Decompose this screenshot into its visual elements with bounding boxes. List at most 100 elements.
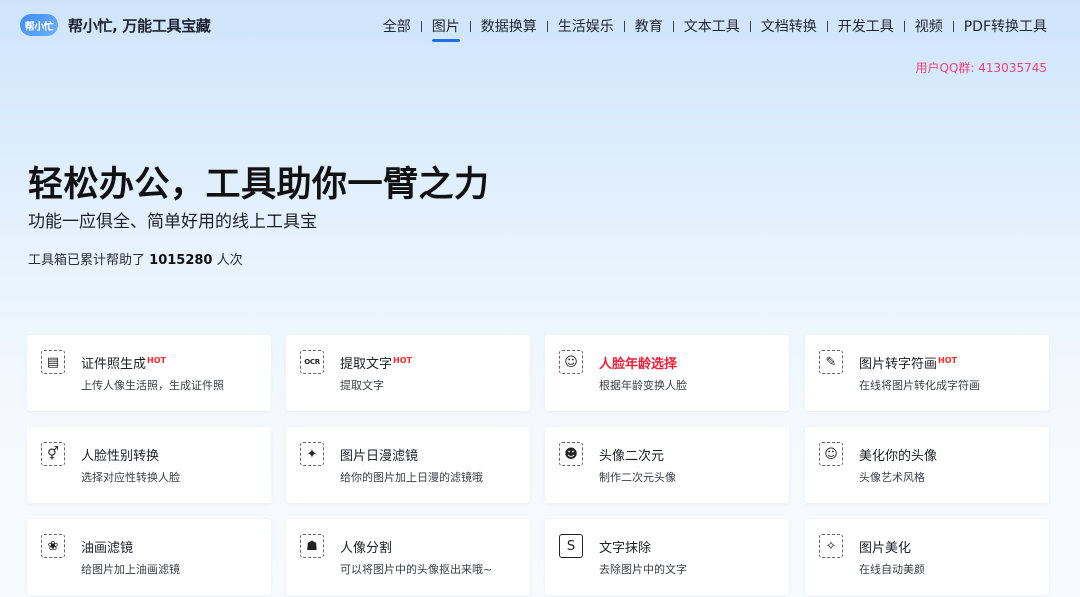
face-age-icon: ☺: [559, 350, 583, 374]
tool-title-text: 提取文字: [340, 357, 393, 372]
tool-title-text: 图片美化: [859, 541, 912, 556]
tool-title: 图片美化: [859, 537, 911, 556]
tool-description: 在线自动美颜: [859, 563, 925, 576]
tool-title: 头像二次元: [599, 445, 664, 464]
site-logo[interactable]: 帮小忙 帮小忙, 万能工具宝藏: [20, 14, 211, 36]
nav-item-5[interactable]: 文本工具: [684, 16, 740, 36]
tool-title-text: 油画滤镜: [81, 541, 134, 556]
tool-title-text: 人脸性别转换: [81, 449, 160, 464]
tool-title-text: 证件照生成: [81, 357, 147, 372]
tool-card[interactable]: ⚥ 人脸性别转换选择对应性转换人脸: [27, 427, 271, 503]
tool-title-text: 图片日漫滤镜: [340, 449, 419, 464]
usage-counter-suffix: 人次: [216, 253, 243, 268]
tool-glyph: ☺: [824, 446, 838, 462]
site-title: 帮小忙, 万能工具宝藏: [68, 16, 211, 35]
nav-item-0[interactable]: 全部: [383, 16, 411, 36]
tool-glyph: ✧: [825, 538, 837, 554]
tool-title: 提取文字HOT: [340, 353, 412, 372]
tool-card[interactable]: ✦ 图片日漫滤镜给你的图片加上日漫的滤镜哦: [286, 427, 530, 503]
char-art-icon: ✎: [819, 350, 843, 374]
tool-glyph: ▤: [46, 354, 60, 370]
nav-item-1[interactable]: 图片: [431, 16, 460, 42]
anime-avatar-icon: ☻: [559, 442, 583, 466]
tool-card[interactable]: ☺ 美化你的头像头像艺术风格: [805, 427, 1049, 503]
tool-title: 美化你的头像: [859, 445, 937, 464]
photo-beautify-icon: ✧: [819, 534, 843, 558]
nav-separator: [952, 20, 954, 32]
nav-separator: [672, 20, 674, 32]
nav-item-4[interactable]: 教育: [635, 16, 663, 36]
tool-card[interactable]: ☺ 人脸年龄选择 根据年龄变换人脸: [545, 335, 789, 411]
tool-glyph: ☺: [564, 354, 578, 370]
tool-description: 给你的图片加上日漫的滤镜哦: [340, 471, 483, 484]
hot-badge: HOT: [393, 355, 412, 365]
tool-card[interactable]: ☻ 头像二次元制作二次元头像: [545, 427, 789, 503]
tool-description: 选择对应性转换人脸: [81, 471, 180, 484]
tool-description: 头像艺术风格: [859, 471, 925, 484]
tool-title: 人像分割: [340, 537, 392, 556]
tool-description: 根据年龄变换人脸: [599, 379, 687, 392]
usage-counter-value: 1015280: [149, 253, 213, 268]
nav-separator: [749, 20, 751, 32]
tool-card[interactable]: ✧ 图片美化在线自动美颜: [805, 519, 1049, 595]
hot-badge: HOT: [147, 355, 166, 365]
qq-group-link[interactable]: 用户QQ群: 413035745: [916, 59, 1047, 76]
tool-glyph: ☗: [306, 538, 318, 554]
nav-separator: [623, 20, 625, 32]
text-erase-icon: S: [559, 534, 583, 558]
nav-separator: [469, 20, 471, 32]
tool-description: 在线将图片转化成字符画: [859, 379, 980, 392]
tool-glyph: ✎: [825, 354, 837, 370]
nav-item-6[interactable]: 文档转换: [761, 16, 817, 36]
tool-title: 图片转字符画HOT: [859, 353, 957, 372]
tool-card[interactable]: ▤ 证件照生成HOT 上传人像生活照，生成证件照: [27, 335, 271, 411]
tool-card[interactable]: ✎ 图片转字符画HOT 在线将图片转化成字符画: [805, 335, 1049, 411]
nav-separator: [420, 20, 422, 32]
tool-description: 给图片加上油画滤镜: [81, 563, 180, 576]
tool-title-text: 人像分割: [340, 541, 393, 556]
nav-separator: [903, 20, 905, 32]
tool-description: 上传人像生活照，生成证件照: [81, 379, 224, 392]
tool-glyph: S: [566, 538, 576, 554]
logo-badge: 帮小忙: [20, 14, 58, 36]
hero-subtitle: 功能一应俱全、简单好用的线上工具宝: [28, 212, 317, 232]
tool-title-text: 图片转字符画: [859, 357, 938, 372]
nav-separator: [546, 20, 548, 32]
nav-item-2[interactable]: 数据换算: [481, 16, 537, 36]
tool-title: 图片日漫滤镜: [340, 445, 418, 464]
tool-title: 油画滤镜: [81, 537, 133, 556]
tool-description: 去除图片中的文字: [599, 563, 687, 576]
tool-description: 提取文字: [340, 379, 384, 392]
tool-title: 文字抹除: [599, 537, 651, 556]
nav-item-3[interactable]: 生活娱乐: [558, 16, 614, 36]
tool-card[interactable]: ☗ 人像分割可以将图片中的头像抠出来哦~: [286, 519, 530, 595]
portrait-segment-icon: ☗: [300, 534, 324, 558]
tool-description: 制作二次元头像: [599, 471, 676, 484]
tool-glyph: ⚥: [47, 446, 59, 462]
nav-item-8[interactable]: 视频: [915, 16, 943, 36]
ocr-icon: OCR: [300, 350, 324, 374]
top-nav: 全部 图片 数据换算 生活娱乐 教育 文本工具 文档转换 开发工具 视频 PDF转换工具: [383, 16, 1047, 42]
tool-title-text: 头像二次元: [599, 449, 665, 464]
tool-card[interactable]: S 文字抹除去除图片中的文字: [545, 519, 789, 595]
tool-title-text: 人脸年龄选择: [599, 357, 678, 372]
anime-filter-icon: ✦: [300, 442, 324, 466]
nav-item-9[interactable]: PDF转换工具: [964, 16, 1047, 36]
oil-paint-icon: ❀: [41, 534, 65, 558]
tool-title: 人脸性别转换: [81, 445, 159, 464]
beauty-avatar-icon: ☺: [819, 442, 843, 466]
usage-counter-prefix: 工具箱已累计帮助了: [28, 253, 146, 268]
tool-glyph: OCR: [304, 357, 320, 366]
tool-description: 可以将图片中的头像抠出来哦~: [340, 563, 493, 576]
usage-counter: 工具箱已累计帮助了 1015280 人次: [28, 249, 243, 268]
nav-separator: [826, 20, 828, 32]
tool-glyph: ✦: [306, 446, 318, 462]
tool-card[interactable]: ❀ 油画滤镜给图片加上油画滤镜: [27, 519, 271, 595]
tool-card[interactable]: OCR 提取文字HOT 提取文字: [286, 335, 530, 411]
tool-title-text: 文字抹除: [599, 541, 652, 556]
hot-badge: HOT: [938, 355, 957, 365]
tool-glyph: ☻: [564, 446, 578, 462]
tool-title: 证件照生成HOT: [81, 353, 166, 372]
nav-item-7[interactable]: 开发工具: [838, 16, 894, 36]
hero-title: 轻松办公，工具助你一臂之力: [28, 165, 490, 205]
